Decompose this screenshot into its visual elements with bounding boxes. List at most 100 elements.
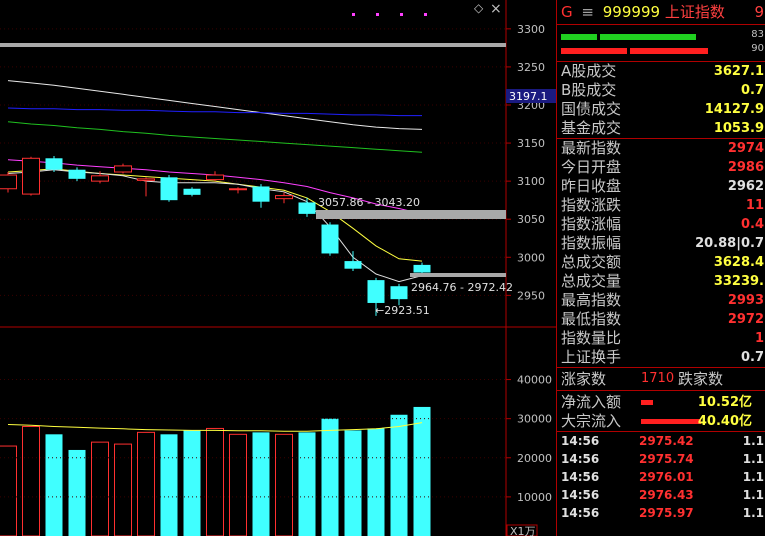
candle-body <box>413 264 431 273</box>
strength-bars: 83 90 <box>557 25 765 62</box>
price-tick-label: 3050 <box>517 213 545 226</box>
stat-row: 今日开盘 2986 <box>557 158 765 177</box>
tick-price: 2975.97 <box>639 506 694 520</box>
stat-label: 总成交量 <box>561 272 622 290</box>
green-bar-long <box>600 34 696 40</box>
stat-row: 国债成交 14127.9 <box>557 100 765 119</box>
index-code: 999999 <box>602 3 661 21</box>
stat-label: A股成交 <box>561 62 617 80</box>
stat-value: 2972 <box>727 312 764 327</box>
g-label[interactable]: G <box>561 3 573 21</box>
fund-flows: 净流入额 10.52亿 大宗流入 40.40亿 <box>557 391 765 431</box>
stat-label: 国债成交 <box>561 100 622 118</box>
price-tick-label: 3150 <box>517 137 545 150</box>
flow-row: 净流入额 10.52亿 <box>557 393 765 412</box>
flow-bar <box>641 400 653 405</box>
ma-line <box>7 107 422 117</box>
volume-tick-label: 10000 <box>517 491 552 504</box>
candle-body <box>22 157 40 195</box>
volume-bar <box>367 428 385 536</box>
diamond-icon[interactable]: ◇ <box>474 1 484 15</box>
stat-value: 2962 <box>727 179 764 194</box>
stat-label: 指数涨跌 <box>561 196 622 214</box>
candle-body <box>298 202 316 214</box>
stat-value: 3627.1 <box>713 64 764 79</box>
tick-time: 14:56 <box>561 488 600 502</box>
tick-row[interactable]: 14:56 2976.43 1.1 <box>557 486 765 504</box>
menu-icon[interactable]: ≡ <box>581 3 594 21</box>
volume-tick-label: 40000 <box>517 374 552 387</box>
flow-label: 净流入额 <box>561 393 622 411</box>
candle-body <box>390 286 408 300</box>
volume-bar <box>413 406 431 536</box>
stat-row: 最高指数 2993 <box>557 291 765 310</box>
top-markers <box>352 13 427 16</box>
stat-row: 指数振幅 20.88|0.7 <box>557 234 765 253</box>
candle-body <box>321 224 339 254</box>
price-grid <box>0 28 506 296</box>
tick-row[interactable]: 14:56 2976.01 1.1 <box>557 468 765 486</box>
stat-row: 最低指数 2972 <box>557 310 765 329</box>
price-tick-label: 3300 <box>517 23 545 36</box>
stat-row: 总成交量 33239. <box>557 272 765 291</box>
breadth-row: 涨家数 1710 跌家数 <box>557 368 765 390</box>
stat-row: 基金成交 1053.9 <box>557 119 765 138</box>
volume-tick-label: 30000 <box>517 413 552 426</box>
tick-price: 2976.01 <box>639 470 694 484</box>
tick-volume: 1.1 <box>742 488 764 502</box>
stat-value: 11 <box>745 198 764 213</box>
stat-value: 0.4 <box>740 217 764 232</box>
volume-bar <box>229 433 247 536</box>
bar-number-bottom: 90 <box>751 43 764 54</box>
volume-bar <box>298 432 316 536</box>
bar-number-top: 83 <box>751 29 764 40</box>
volume-bar <box>22 425 40 536</box>
annotation-low: ←2923.51 <box>375 304 430 317</box>
stat-label: B股成交 <box>561 81 617 99</box>
stat-row: 昨日收盘 2962 <box>557 177 765 196</box>
stat-label: 昨日收盘 <box>561 177 622 195</box>
volume-bar <box>0 445 17 536</box>
volume-bar <box>45 434 63 536</box>
candles <box>0 156 431 316</box>
red-bar-long <box>630 48 708 54</box>
tick-row[interactable]: 14:56 2975.97 1.1 <box>557 504 765 522</box>
up-count-value: 1710 <box>641 371 675 386</box>
volume-bar <box>321 418 339 536</box>
tick-row[interactable]: 14:56 2975.42 1.1 <box>557 432 765 450</box>
stat-value: 0.7 <box>740 350 764 365</box>
stat-row: B股成交 0.7 <box>557 81 765 100</box>
volume-bar <box>183 430 201 536</box>
candle-body <box>91 175 109 182</box>
volume-bars <box>0 406 431 536</box>
volume-unit-box: X1万 <box>506 524 538 536</box>
stat-row: 指数涨幅 0.4 <box>557 215 765 234</box>
kline-chart[interactable]: ◇ × 3057.86 - 3043.20 2964.76 - 2972.42 … <box>0 0 556 536</box>
stat-label: 总成交额 <box>561 253 622 271</box>
volume-bar <box>275 433 293 536</box>
candle-body <box>344 261 362 269</box>
annotation-upper: 3057.86 - 3043.20 <box>318 196 420 209</box>
tick-price: 2976.43 <box>639 488 694 502</box>
stat-value: 3628.4 <box>713 255 764 270</box>
tick-volume: 1.1 <box>742 434 764 448</box>
tick-list[interactable]: 14:56 2975.42 1.1 14:56 2975.74 1.1 14:56 2976.… <box>557 432 765 522</box>
volume-bar <box>160 434 178 536</box>
volume-bar <box>91 441 109 536</box>
ma-line <box>7 80 423 130</box>
stat-value: 2974 <box>727 141 764 156</box>
stat-value: 14127.9 <box>704 102 764 117</box>
tick-time: 14:56 <box>561 506 600 520</box>
stat-label: 今日开盘 <box>561 158 622 176</box>
header-cut-value: 9 <box>754 3 764 21</box>
flow-row: 大宗流入 40.40亿 <box>557 412 765 431</box>
close-icon[interactable]: × <box>490 1 502 17</box>
quote-panel: G ≡ 999999 上证指数 9 83 90 A股成交 3627.1 B股成交 0.… <box>556 0 765 536</box>
volume-unit: X1万 <box>510 525 536 536</box>
candle-body <box>252 186 270 202</box>
tick-row[interactable]: 14:56 2975.74 1.1 <box>557 450 765 468</box>
green-bar <box>561 34 597 40</box>
tick-time: 14:56 <box>561 470 600 484</box>
current-price-value: 3197.1 <box>509 90 548 103</box>
flow-value: 40.40亿 <box>697 414 752 429</box>
